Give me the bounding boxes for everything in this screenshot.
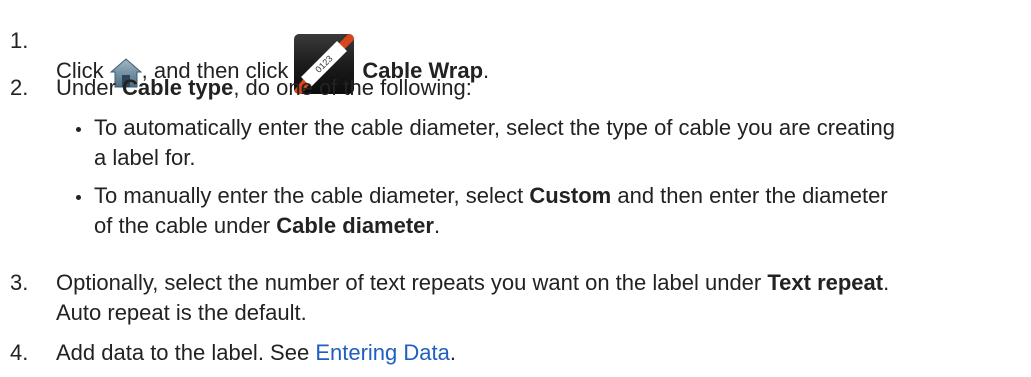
- bullet-list: To automatically enter the cable diamete…: [76, 113, 1021, 241]
- bullet-bold: Custom: [529, 183, 612, 208]
- step-text-prefix: Optionally, select the number of text re…: [56, 270, 768, 295]
- step-number: 4.: [10, 340, 29, 365]
- bullet-line-2: a label for.: [94, 145, 196, 170]
- step-text-bold: Cable type: [122, 75, 234, 100]
- step-number: 1.: [10, 28, 29, 53]
- step-4: 4. Add data to the label. See Entering D…: [10, 338, 1020, 368]
- step-text: Add data to the label. See Entering Data…: [56, 338, 1020, 368]
- step-text-bold: Text repeat: [767, 270, 884, 295]
- bullet-item-2: To manually enter the cable diameter, se…: [76, 181, 1021, 241]
- bullet-text: and then enter the diameter: [611, 183, 888, 208]
- bullet-line-1: To automatically enter the cable diamete…: [94, 115, 896, 140]
- instructions-document: 1. Click , and then click 0123 Cable Wra…: [0, 0, 1031, 377]
- bullet-line-2: of the cable under Cable diameter.: [94, 211, 1021, 241]
- step-3: 3. Optionally, select the number of text…: [10, 268, 1020, 328]
- bullet-text: .: [433, 213, 441, 238]
- step-text-prefix: Add data to the label. See: [56, 340, 316, 365]
- step-text: Under Cable type, do one of the followin…: [56, 73, 1020, 103]
- bullet-item-1: To automatically enter the cable diamete…: [76, 113, 1021, 173]
- step-text-suffix: .: [449, 340, 456, 365]
- bullet-text: To manually enter the cable diameter, se…: [94, 183, 530, 208]
- step-line-2: Auto repeat is the default.: [56, 300, 307, 325]
- step-number: 2.: [10, 75, 29, 100]
- step-text-prefix: Under: [56, 75, 123, 100]
- step-number: 3.: [10, 270, 29, 295]
- entering-data-link[interactable]: Entering Data: [315, 340, 450, 365]
- step-text-suffix: , do one of the following:: [233, 75, 472, 100]
- step-text: Optionally, select the number of text re…: [56, 268, 1020, 328]
- bullet-line-1: To manually enter the cable diameter, se…: [94, 181, 1021, 211]
- step-text-suffix: .: [883, 270, 890, 295]
- bullet-bold: Cable diameter: [276, 213, 434, 238]
- step-line-1: Optionally, select the number of text re…: [56, 268, 1020, 298]
- step-2: 2. Under Cable type, do one of the follo…: [10, 73, 1020, 103]
- bullet-text: of the cable under: [94, 213, 277, 238]
